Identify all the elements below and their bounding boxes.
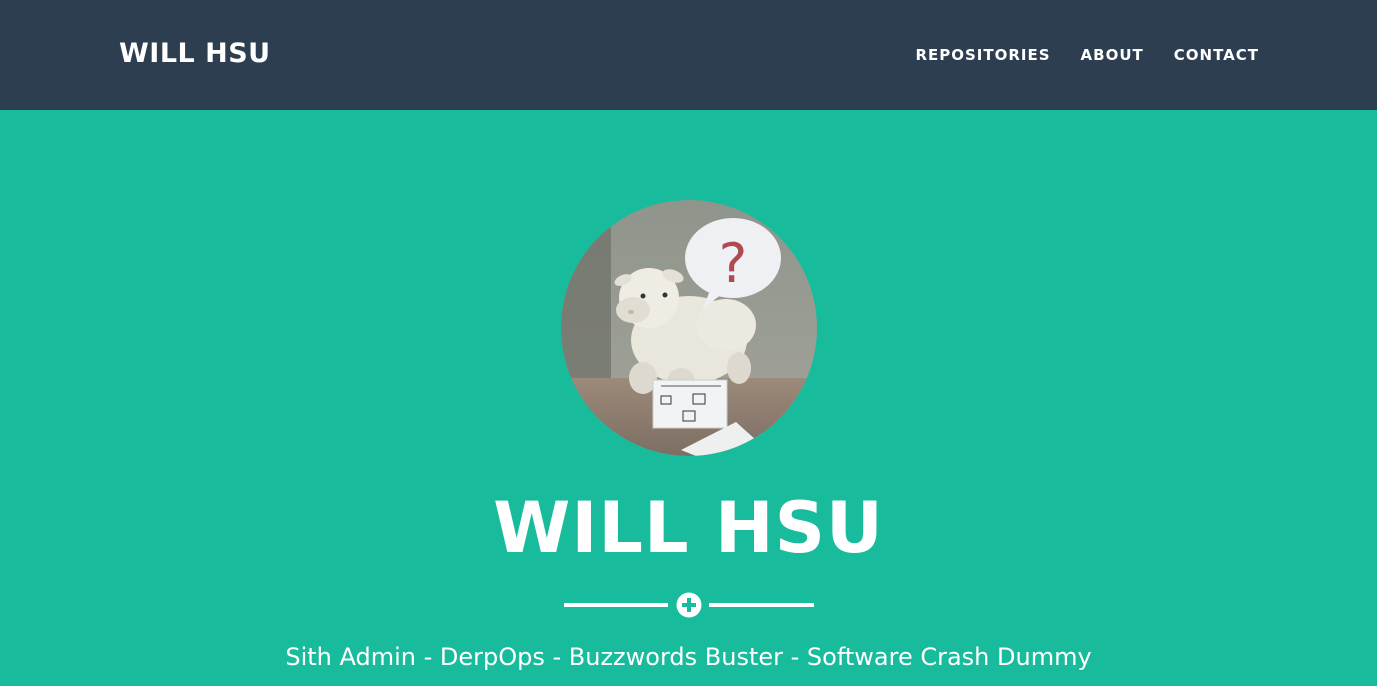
brand-link[interactable]: WILL HSU bbox=[119, 36, 271, 72]
nav-link-about[interactable]: ABOUT bbox=[1081, 44, 1144, 66]
star-divider bbox=[564, 592, 814, 618]
divider-line-left bbox=[564, 603, 668, 607]
plus-circle-icon bbox=[676, 592, 702, 618]
nav-link-contact[interactable]: CONTACT bbox=[1174, 44, 1259, 66]
nav-menu: REPOSITORIES ABOUT CONTACT bbox=[915, 44, 1259, 66]
hero-header: ? WILL HSU Sith Admin - DerpOps - Buzzwo… bbox=[0, 110, 1377, 686]
divider-line-right bbox=[709, 603, 814, 607]
svg-text:?: ? bbox=[719, 232, 748, 295]
hero-title: WILL HSU bbox=[493, 487, 884, 569]
profile-avatar: ? bbox=[561, 200, 817, 456]
nav-link-repositories[interactable]: REPOSITORIES bbox=[915, 44, 1050, 66]
navbar: WILL HSU REPOSITORIES ABOUT CONTACT bbox=[0, 0, 1377, 110]
hero-tagline: Sith Admin - DerpOps - Buzzwords Buster … bbox=[285, 643, 1092, 671]
avatar-image: ? bbox=[561, 200, 817, 456]
